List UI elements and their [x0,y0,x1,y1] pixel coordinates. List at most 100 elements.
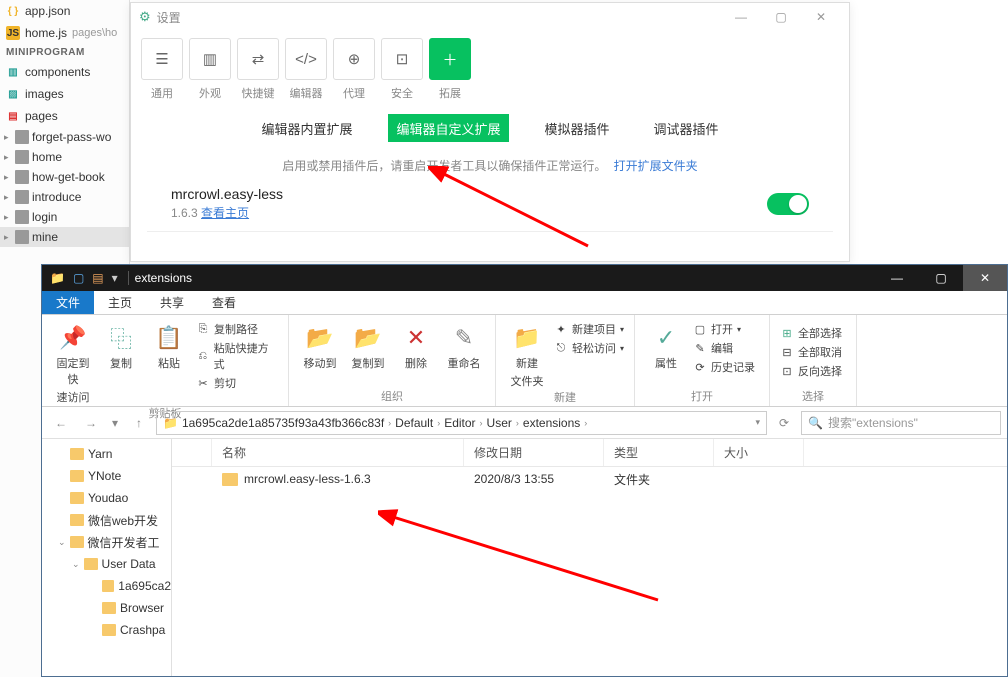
tab-home[interactable]: 主页 [94,291,146,314]
tree-login[interactable]: ▸login [0,207,129,227]
search-input[interactable]: 🔍 搜索"extensions" [801,411,1001,435]
tree-hash[interactable]: 1a695ca2 [42,575,171,597]
tree-introduce[interactable]: ▸introduce [0,187,129,207]
tree-ynote[interactable]: YNote [42,465,171,487]
tree-browser[interactable]: Browser [42,597,171,619]
rb-props[interactable]: ✓属性 [645,319,687,388]
col-type[interactable]: 类型 [604,439,714,466]
tab-view[interactable]: 查看 [198,291,250,314]
minimize-button[interactable]: — [721,3,761,31]
group-label: 组织 [299,388,485,404]
tb-shortcut[interactable]: ⇄ [237,38,279,80]
rb-paste[interactable]: 📋粘贴 [148,319,190,405]
tab-simulator[interactable]: 模拟器插件 [537,114,618,142]
qat-icon[interactable]: ▤ [92,271,103,285]
rb-pasteshortcut[interactable]: ⎌粘贴快捷方式 [196,340,278,372]
nav-back[interactable]: ← [48,411,74,435]
group-label: 选择 [780,388,846,404]
open-file-appjson[interactable]: { } app.json [0,0,129,22]
folder-icon [15,210,29,224]
bc-seg[interactable]: User [487,416,512,430]
list-item[interactable]: mrcrowl.easy-less-1.6.3 2020/8/3 13:55 文… [172,467,1007,491]
rb-selectnone[interactable]: ⊟全部取消 [780,344,846,360]
window-title: extensions [135,271,192,285]
nav-forward[interactable]: → [78,411,104,435]
file-path: pages\ho [72,27,117,39]
maximize-button[interactable]: ▢ [919,265,963,291]
tb-extensions[interactable]: ＋ [429,38,471,80]
rb-selectall[interactable]: ⊞全部选择 [780,325,846,341]
rb-newitem[interactable]: ✦新建项目▾ [554,321,624,337]
root-components[interactable]: ▥ components [0,61,129,83]
qat-icon[interactable]: ▢ [73,271,84,285]
minimize-button[interactable]: — [875,265,919,291]
bc-seg[interactable]: 1a695ca2de1a85735f93a43fb366c83f [182,416,384,430]
tab-debugger[interactable]: 调试器插件 [646,114,727,142]
tree-label: 微信web开发 [88,512,158,529]
tab-builtin[interactable]: 编辑器内置扩展 [253,114,360,142]
tb-proxy[interactable]: ⊕ [333,38,375,80]
tree-label: 1a695ca2 [118,579,171,593]
bc-dropdown[interactable]: ▾ [755,417,760,428]
rb-delete[interactable]: ✕删除 [395,319,437,388]
tree-label: YNote [88,469,121,483]
root-images[interactable]: ▨ images [0,83,129,105]
rb-easyaccess[interactable]: ⎋轻松访问▾ [554,340,624,356]
tree-label: forget-pass-wo [32,130,111,144]
col-size[interactable]: 大小 [714,439,804,466]
tab-custom[interactable]: 编辑器自定义扩展 [388,114,508,142]
rb-cut[interactable]: ✂剪切 [196,375,278,391]
rb-copy[interactable]: ⿻复制 [100,319,142,405]
nav-up[interactable]: ↑ [126,411,152,435]
ext-toggle[interactable] [767,193,809,215]
tree-howgetbook[interactable]: ▸how-get-book [0,167,129,187]
rb-copypath[interactable]: ⎘复制路径 [196,321,278,337]
bc-seg[interactable]: extensions [523,416,580,430]
close-button[interactable]: ✕ [801,3,841,31]
bc-seg[interactable]: Editor [444,416,475,430]
maximize-button[interactable]: ▢ [761,3,801,31]
tab-share[interactable]: 共享 [146,291,198,314]
tree-forget[interactable]: ▸forget-pass-wo [0,127,129,147]
tb-appearance[interactable]: ▥ [189,38,231,80]
tb-general[interactable]: ☰ [141,38,183,80]
item-date: 2020/8/3 13:55 [464,472,604,486]
rb-selectinvert[interactable]: ⊡反向选择 [780,363,846,379]
rb-rename[interactable]: ✎重命名 [443,319,485,388]
tree-userdata[interactable]: ⌄User Data [42,553,171,575]
rb-newfolder[interactable]: 📁新建文件夹 [506,319,548,389]
open-ext-folder-link[interactable]: 打开扩展文件夹 [614,159,698,173]
rb-open[interactable]: ▢打开▾ [693,321,759,337]
tree-yarn[interactable]: Yarn [42,443,171,465]
tb-editor[interactable]: </> [285,38,327,80]
bc-seg[interactable]: Default [395,416,433,430]
root-pages[interactable]: ▤ pages [0,105,129,127]
nav-history[interactable]: ▾ [108,411,122,435]
close-button[interactable]: ✕ [963,265,1007,291]
col-date[interactable]: 修改日期 [464,439,604,466]
folder-icon [15,130,29,144]
qat-dropdown[interactable]: ▾ [112,271,118,285]
rb-label: 复制 [110,355,132,371]
rb-moveto[interactable]: 📂移动到 [299,319,341,388]
rb-label: 速访问 [57,389,90,405]
ext-homepage-link[interactable]: 查看主页 [201,206,249,220]
tree-wxweb[interactable]: 微信web开发 [42,509,171,531]
rb-copyto[interactable]: 📂复制到 [347,319,389,388]
tb-security[interactable]: ⊡ [381,38,423,80]
tree-crashpa[interactable]: Crashpa [42,619,171,641]
refresh-button[interactable]: ⟳ [771,411,797,435]
col-name[interactable]: 名称 [212,439,464,466]
section-header: MINIPROGRAM [0,44,129,61]
rb-label: 编辑 [711,340,733,356]
rb-history[interactable]: ⟳历史记录 [693,359,759,375]
tab-file[interactable]: 文件 [42,291,94,314]
tree-wxdev[interactable]: ⌄微信开发者工 [42,531,171,553]
tree-home[interactable]: ▸home [0,147,129,167]
rb-edit[interactable]: ✎编辑 [693,340,759,356]
tree-mine[interactable]: ▸mine [0,227,129,247]
open-file-homejs[interactable]: JS home.js pages\ho [0,22,129,44]
tree-youdao[interactable]: Youdao [42,487,171,509]
rb-pin[interactable]: 📌固定到快速访问 [52,319,94,405]
breadcrumb[interactable]: 📁 1a695ca2de1a85735f93a43fb366c83f› Defa… [156,411,767,435]
